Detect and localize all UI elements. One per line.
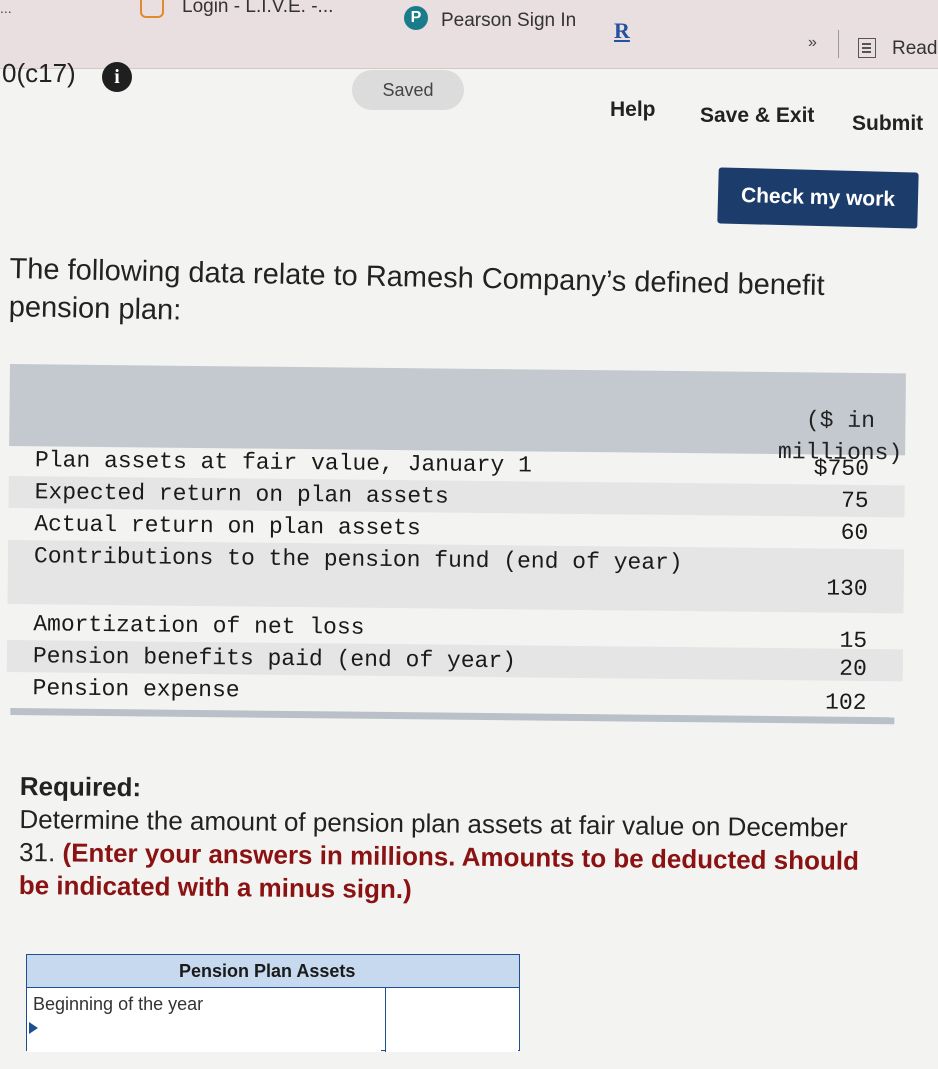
row-label: Contributions to the pension fund (end o… (33, 543, 683, 577)
pearson-logo-icon: P (404, 6, 428, 30)
answer-table: Pension Plan Assets Beginning of the yea… (26, 954, 520, 1054)
reader-mode-icon[interactable] (858, 38, 876, 58)
help-button[interactable]: Help (610, 98, 656, 122)
required-text: Determine the amount of pension plan ass… (19, 803, 880, 911)
r-bookmark-icon[interactable]: R (614, 18, 630, 44)
required-section: Required: Determine the amount of pensio… (19, 770, 880, 911)
live-bookmark-icon (140, 0, 164, 18)
question-intro: The following data relate to Ramesh Comp… (8, 252, 825, 327)
answer-row: Beginning of the year (26, 988, 520, 1021)
required-note: (Enter your answers in millions. Amounts… (18, 837, 860, 905)
answer-row-2-amount-input[interactable] (385, 1020, 518, 1052)
bookmark-live-login[interactable]: Login - L.I.V.E. -... (182, 0, 333, 18)
bookmarks-divider (838, 30, 839, 58)
answer-row-2-label-input[interactable] (27, 1020, 381, 1052)
more-bookmarks-chevron-icon[interactable]: » (808, 34, 817, 52)
save-exit-button[interactable]: Save & Exit (700, 104, 814, 128)
problem-id: 0(c17) (2, 58, 76, 88)
bookmark-pearson-sign-in[interactable]: Pearson Sign In (441, 10, 576, 32)
row-value: 60 (840, 519, 869, 546)
check-my-work-button[interactable]: Check my work (717, 167, 919, 229)
pension-data-table: ($ in millions) Plan assets at fair valu… (6, 364, 910, 733)
submit-button[interactable]: Submit (852, 112, 923, 136)
answer-table-title: Pension Plan Assets (179, 961, 356, 981)
bookmark-truncated[interactable]: ... (0, 0, 12, 16)
table-row: Contributions to the pension fund (end o… (7, 539, 905, 614)
row-value: 102 (824, 689, 867, 716)
row-value: $750 (813, 455, 870, 482)
info-icon[interactable]: i (102, 62, 132, 92)
answer-row-label: Beginning of the year (33, 994, 204, 1014)
saved-status-badge: Saved (352, 70, 464, 110)
answer-table-header: Pension Plan Assets (26, 954, 520, 988)
reader-mode-button[interactable]: Read (892, 38, 937, 60)
input-marker-icon (29, 1022, 38, 1034)
beginning-of-year-amount-input[interactable] (385, 988, 518, 1020)
bookmarks-bar: ... Login - L.I.V.E. -... P Pearson Sign… (0, 0, 938, 69)
row-value: 75 (840, 487, 869, 514)
answer-row (26, 1020, 520, 1052)
row-label: Pension expense (32, 675, 240, 704)
row-value: 130 (826, 575, 868, 602)
